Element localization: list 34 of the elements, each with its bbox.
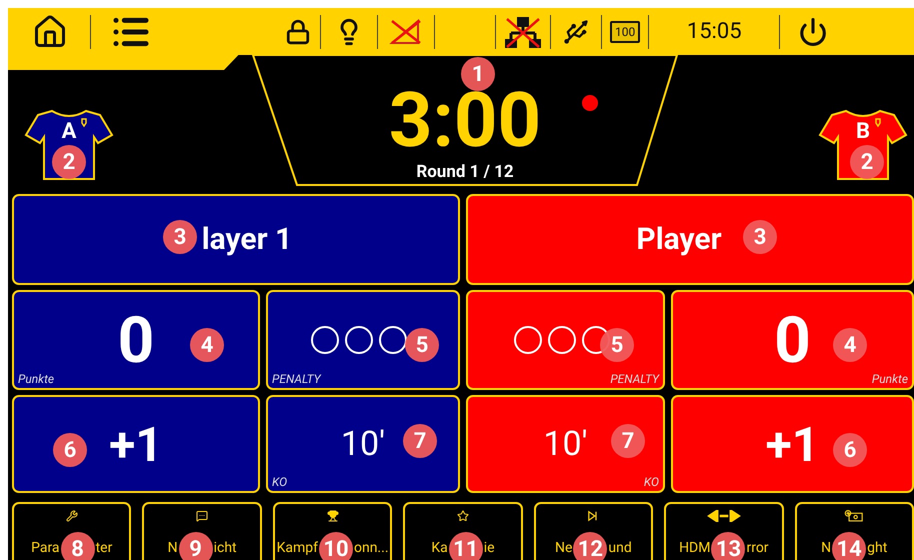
- number-marker: 9: [178, 532, 213, 560]
- add-point-label: +1: [109, 416, 163, 472]
- ko-time: 10': [340, 424, 386, 464]
- number-marker: 11: [448, 532, 483, 560]
- clock-time: 15:05: [686, 19, 743, 44]
- round-counter: Round 1 / 12: [416, 162, 514, 182]
- penalty-label: PENALTY: [610, 372, 659, 386]
- arrows-icon: [706, 510, 741, 522]
- ko-label: KO: [644, 475, 659, 489]
- toolbar-button[interactable]: Ka 11 ie: [403, 502, 523, 560]
- ko-time: 10': [543, 424, 588, 464]
- number-marker: 14: [832, 532, 866, 560]
- player-name: Player: [636, 222, 722, 257]
- team-letter: B: [854, 119, 872, 144]
- toolbar-button[interactable]: Para 8 ter: [12, 502, 132, 560]
- score-label: Punkte: [18, 372, 54, 386]
- player-name: layer 1: [202, 222, 292, 257]
- score-value: 0: [774, 302, 811, 378]
- number-marker: 8: [60, 532, 95, 560]
- score-value: 0: [118, 302, 154, 378]
- score-label: Punkte: [872, 372, 908, 386]
- add-point-label: +1: [766, 416, 820, 472]
- number-marker: 13: [711, 532, 746, 560]
- toolbar-button[interactable]: Ne 12 und: [534, 502, 654, 560]
- number-marker: 10: [318, 532, 353, 560]
- toolbar-button[interactable]: N 14 ght: [794, 502, 914, 560]
- team-letter: A: [60, 119, 78, 144]
- penalty-label: PENALTY: [272, 372, 321, 386]
- number-marker: 12: [573, 532, 608, 560]
- ko-label: KO: [272, 475, 288, 489]
- toolbar-button[interactable]: HDM 13 rror: [664, 502, 784, 560]
- battery-level: 100: [610, 20, 640, 42]
- toolbar-button[interactable]: N 9 icht: [142, 502, 262, 560]
- toolbar-button[interactable]: Kampf 10 onn...: [272, 502, 392, 560]
